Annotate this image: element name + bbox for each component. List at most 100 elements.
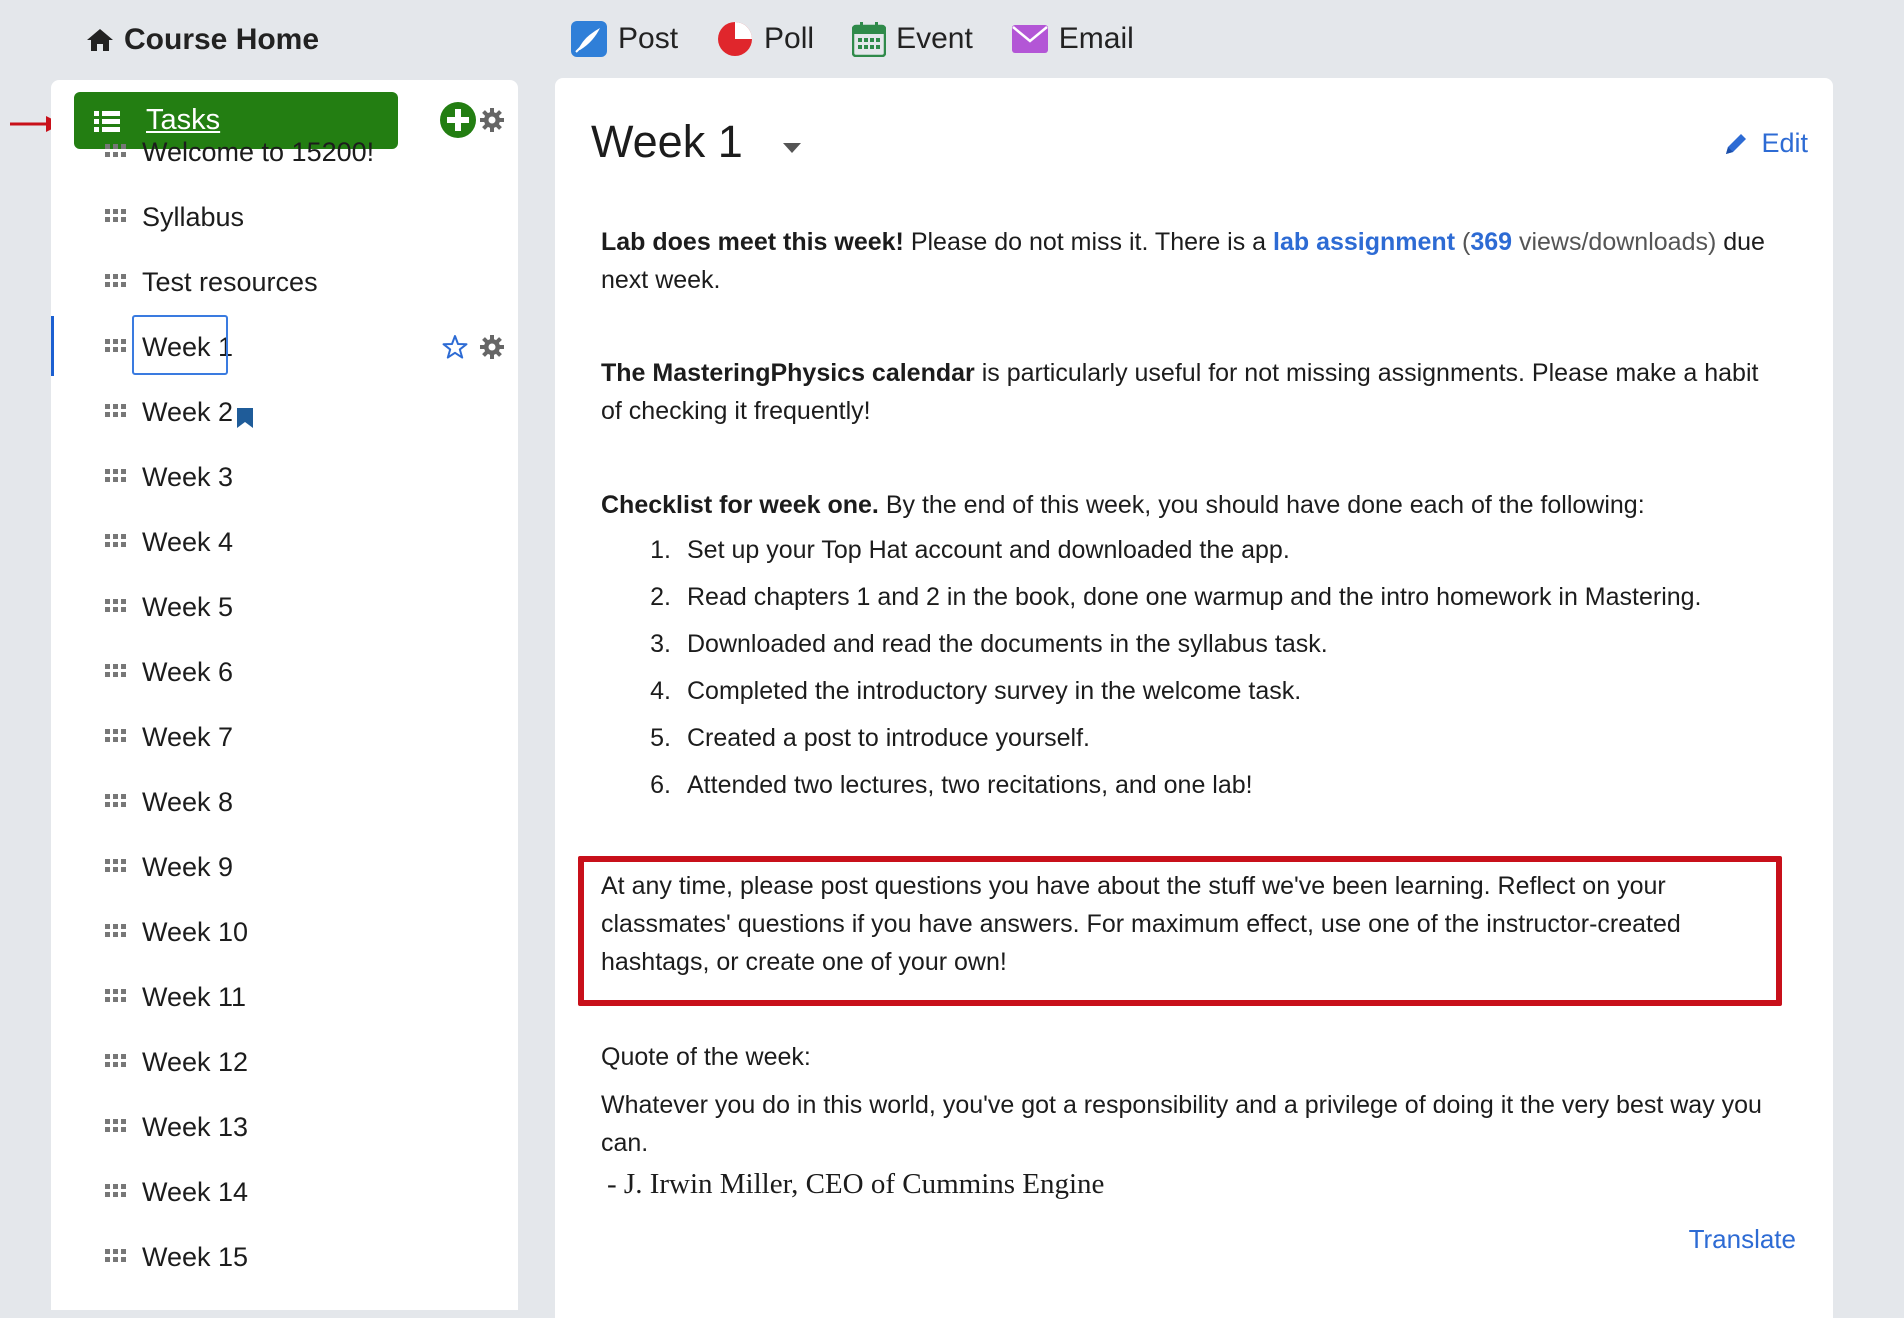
sidebar-item[interactable]: Week 7	[51, 712, 518, 762]
course-home-link[interactable]: Course Home	[86, 18, 319, 62]
checklist-text: Downloaded and read the documents in the…	[687, 630, 1328, 658]
grip-icon	[105, 144, 126, 157]
quote-text: Whatever you do in this world, you've go…	[601, 1091, 1762, 1157]
sidebar-item-label: Week 14	[142, 1176, 249, 1207]
sidebar-item[interactable]: Week 6	[51, 647, 518, 697]
checklist-item: 1. Set up your Top Hat account and downlo…	[635, 527, 1785, 574]
sidebar-item-label: Week 5	[142, 591, 234, 622]
lab-bold-text: Lab does meet this week!	[601, 228, 904, 256]
calendar-bold-text: The MasteringPhysics calendar	[601, 359, 975, 387]
grip-icon	[105, 534, 126, 547]
lab-assignment-link[interactable]: lab assignment	[1273, 228, 1455, 256]
pencil-icon	[1726, 133, 1747, 154]
download-count: 369	[1470, 228, 1513, 256]
checklist-item: 6. Attended two lectures, two recitations…	[635, 762, 1785, 809]
checklist-intro-text: By the end of this week, you should have…	[878, 491, 1645, 519]
sidebar-item-label: Week 12	[142, 1046, 249, 1077]
sidebar-item[interactable]: Syllabus	[51, 192, 518, 242]
poll-label: Poll	[764, 22, 815, 55]
quote-attribution: - J. Irwin Miller, CEO of Cummins Engine	[607, 1168, 1105, 1200]
grip-icon	[105, 1054, 126, 1067]
event-button[interactable]: Event	[852, 21, 973, 57]
bookmark-icon	[237, 408, 253, 428]
poll-button[interactable]: Poll	[716, 20, 814, 58]
grip-icon	[105, 209, 126, 222]
grip-icon	[105, 1119, 126, 1132]
checklist-text: Read chapters 1 and 2 in the book, done …	[687, 583, 1702, 611]
chevron-down-icon[interactable]	[782, 142, 802, 154]
views-downloads-text: views/downloads)	[1512, 228, 1717, 256]
sidebar-item[interactable]: Week 2	[51, 387, 518, 437]
checklist-number: 5.	[650, 724, 671, 752]
translate-link[interactable]: Translate	[1689, 1224, 1796, 1255]
calendar-paragraph: The MasteringPhysics calendar is particu…	[601, 354, 1781, 430]
checklist-number: 6.	[650, 771, 671, 799]
sidebar-item[interactable]: Week 4	[51, 517, 518, 567]
email-label: Email	[1058, 22, 1134, 55]
sidebar-item[interactable]: Week 10	[51, 907, 518, 957]
sidebar-item-label: Week 7	[142, 721, 234, 752]
checklist-bold-text: Checklist for week one.	[601, 491, 879, 519]
gear-icon[interactable]	[480, 335, 504, 359]
sidebar-item[interactable]: Week 13	[51, 1102, 518, 1152]
checklist-text: Attended two lectures, two recitations, …	[687, 771, 1253, 799]
grip-icon	[105, 859, 126, 872]
sidebar-item[interactable]: Week 15	[51, 1232, 518, 1282]
edit-button[interactable]: Edit	[1723, 128, 1808, 159]
focus-outline	[132, 315, 228, 375]
sidebar-item[interactable]: Week 9	[51, 842, 518, 892]
checklist-text: Completed the introductory survey in the…	[687, 677, 1302, 705]
sidebar-item-label: Week 8	[142, 786, 234, 817]
sidebar-item[interactable]: Week 8	[51, 777, 518, 827]
paren-open: (	[1455, 228, 1471, 256]
sidebar-item[interactable]: Week 11	[51, 972, 518, 1022]
checklist-number: 1.	[650, 536, 671, 564]
star-icon[interactable]	[442, 334, 468, 360]
grip-icon	[105, 794, 126, 807]
sidebar-item-label: Week 2	[142, 396, 234, 427]
checklist-number: 4.	[650, 677, 671, 705]
checklist-number: 2.	[650, 583, 671, 611]
grip-icon	[105, 729, 126, 742]
sidebar-item-label: Week 9	[142, 851, 234, 882]
page-title: Week 1	[591, 116, 743, 167]
sidebar-item-label: Syllabus	[142, 201, 245, 232]
checklist: 1. Set up your Top Hat account and downlo…	[635, 527, 1785, 809]
home-icon	[87, 29, 113, 51]
calendar-icon	[852, 22, 887, 57]
grip-icon	[105, 664, 126, 677]
grip-icon	[105, 1184, 126, 1197]
post-button[interactable]: Post	[570, 20, 678, 58]
checklist-number: 3.	[650, 630, 671, 658]
checklist-text: Set up your Top Hat account and download…	[687, 536, 1290, 564]
main-content-panel: Week 1 Edit Lab does meet this week! Ple…	[555, 78, 1833, 1318]
sidebar-item[interactable]: Week 1	[51, 315, 518, 376]
grip-icon	[105, 989, 126, 1002]
sidebar-item[interactable]: Week 3	[51, 452, 518, 502]
sidebar-item[interactable]: Week 14	[51, 1167, 518, 1217]
checklist-item: 3. Downloaded and read the documents in t…	[635, 621, 1785, 668]
sidebar-item[interactable]: Welcome to 15200!	[51, 127, 518, 177]
grip-icon	[105, 404, 126, 417]
highlight-paragraph: At any time, please post questions you h…	[601, 872, 1681, 976]
event-label: Event	[896, 22, 973, 55]
sidebar-item-label: Week 11	[142, 981, 247, 1012]
quote-label: Quote of the week:	[601, 1043, 811, 1071]
grip-icon	[105, 599, 126, 612]
post-label: Post	[618, 22, 679, 55]
lab-paragraph: Lab does meet this week! Please do not m…	[601, 223, 1781, 299]
sidebar-item-label: Week 6	[142, 656, 234, 687]
sidebar-item[interactable]: Week 5	[51, 582, 518, 632]
sidebar-item[interactable]: Test resources	[51, 257, 518, 307]
sidebar-item-label: Week 13	[142, 1111, 249, 1142]
task-sidebar: Tasks Welcome to 15200! Syllabus Test reso…	[51, 80, 518, 1310]
grip-icon	[105, 924, 126, 937]
sidebar-item[interactable]: Week 12	[51, 1037, 518, 1087]
grip-icon	[105, 1249, 126, 1262]
checklist-item: 2. Read chapters 1 and 2 in the book, don…	[635, 574, 1785, 621]
top-action-bar: Post Poll Event Email	[570, 16, 1172, 62]
post-icon	[571, 21, 607, 57]
email-button[interactable]: Email	[1011, 22, 1134, 56]
sidebar-item-label: Test resources	[142, 266, 318, 297]
checklist-item: 4. Completed the introductory survey in t…	[635, 668, 1785, 715]
